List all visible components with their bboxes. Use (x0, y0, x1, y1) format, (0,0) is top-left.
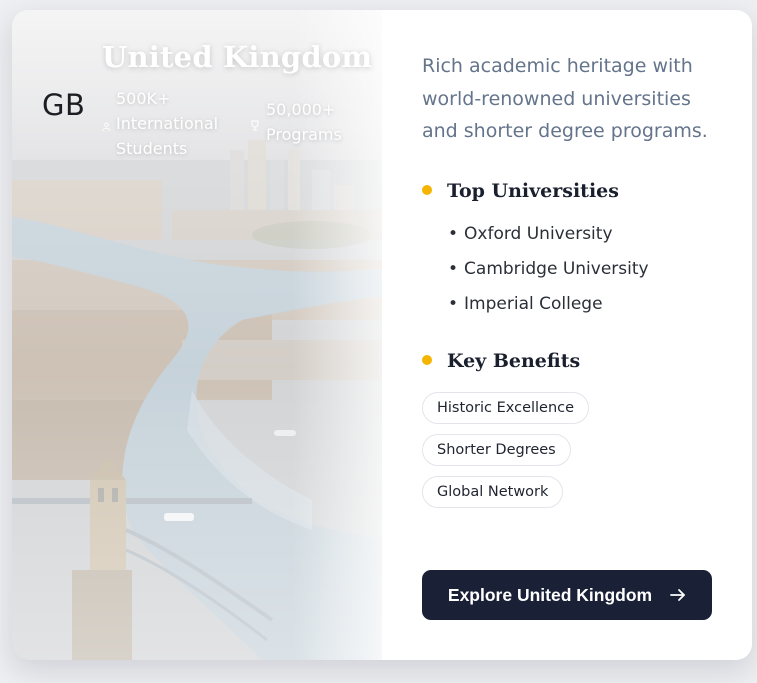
user-icon (102, 116, 111, 141)
country-card: United Kingdom GB 500K+ International St… (12, 10, 752, 660)
explore-country-button[interactable]: Explore United Kingdom (422, 570, 712, 620)
stat-programs-label: Programs (266, 125, 342, 144)
list-item: • Cambridge University (448, 259, 649, 279)
section-title: Key Benefits (447, 350, 581, 372)
benefit-tag: Global Network (422, 476, 564, 508)
country-code-flag: GB (42, 88, 86, 122)
stat-students-label: International Students (116, 114, 219, 158)
arrow-right-icon (670, 588, 686, 602)
key-benefits-heading: Key Benefits (422, 350, 580, 372)
benefit-tags: Historic Excellence Shorter Degrees Glob… (422, 392, 590, 518)
bullet-dot-icon (422, 185, 432, 195)
trophy-icon (250, 116, 260, 141)
list-item: • Imperial College (448, 294, 603, 314)
top-universities-heading: Top Universities (422, 180, 619, 202)
country-description: Rich academic heritage with world-renown… (422, 55, 708, 142)
list-item: • Oxford University (448, 224, 613, 244)
benefit-tag: Shorter Degrees (422, 434, 571, 466)
stat-students: 500K+ International Students (102, 86, 256, 161)
country-hero-image: United Kingdom GB 500K+ International St… (12, 10, 382, 660)
stat-programs: 50,000+ Programs (251, 97, 376, 147)
bullet-dot-icon (422, 355, 432, 365)
benefit-tag: Historic Excellence (422, 392, 590, 424)
stat-students-value: 500K+ (116, 89, 171, 108)
universities-list: • Oxford University • Cambridge University… (448, 222, 649, 327)
explore-button-label: Explore United Kingdom (447, 584, 653, 605)
stat-programs-value: 50,000+ (266, 100, 336, 119)
section-title: Top Universities (447, 180, 619, 202)
country-title: United Kingdom (102, 40, 373, 74)
